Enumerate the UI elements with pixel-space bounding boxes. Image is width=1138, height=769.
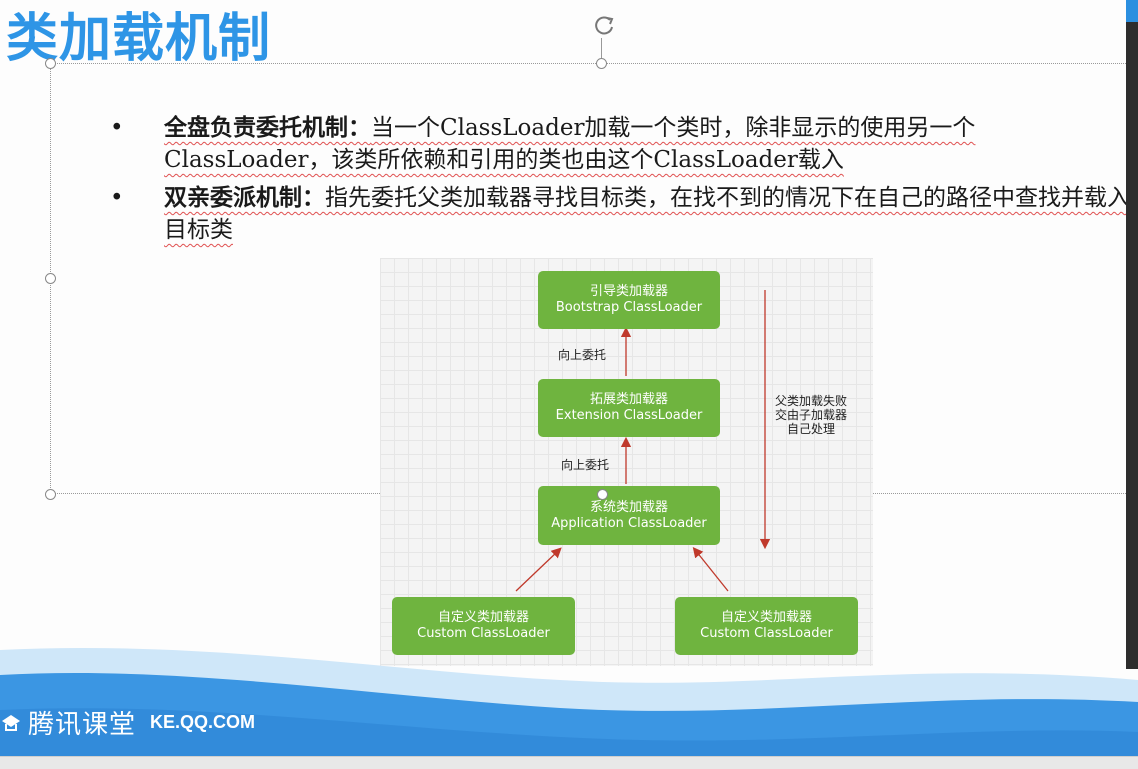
side-panel-header[interactable] (1126, 0, 1138, 22)
brand-name: 腾讯课堂 (28, 710, 137, 740)
bullet-term: 全盘负责委托机制： (164, 115, 371, 141)
bullet-marker: • (110, 185, 124, 211)
resize-handle-bottom-center[interactable] (597, 489, 608, 500)
resize-handle-bottom-left[interactable] (45, 489, 56, 500)
node-bootstrap-en: Bootstrap ClassLoader (555, 300, 703, 315)
bullet-item-full-delegation: • 全盘负责委托机制：当一个ClassLoader加载一个类时，除非显示的使用另… (110, 112, 1138, 176)
node-application-cn: 系统类加载器 (589, 499, 668, 515)
fallback-line-3: 自己处理 (786, 422, 835, 436)
node-bootstrap-cn: 引导类加载器 (589, 284, 668, 299)
node-extension-cn: 拓展类加载器 (589, 392, 668, 407)
brand-url: KE.QQ.COM (150, 712, 256, 732)
status-bar (0, 756, 1138, 769)
bullet-marker: • (110, 115, 124, 141)
arrow-custom-left-to-app (515, 547, 562, 592)
delegate-label-lower: 向上委托 (561, 458, 610, 472)
graduation-cap-icon (2, 714, 20, 731)
node-application: 系统类加载器 Application ClassLoader (538, 486, 720, 545)
resize-handle-top-left[interactable] (45, 58, 56, 69)
rotate-icon[interactable] (590, 12, 618, 40)
node-extension-en: Extension ClassLoader (555, 408, 703, 423)
node-custom-left-cn: 自定义类加载器 (437, 610, 529, 625)
fallback-line-2: 交由子加载器 (774, 408, 847, 422)
node-extension: 拓展类加载器 Extension ClassLoader (538, 379, 720, 437)
footer-brand: 腾讯课堂 KE.QQ.COM (0, 704, 255, 741)
node-bootstrap: 引导类加载器 Bootstrap ClassLoader (538, 271, 720, 329)
bullet-term: 双亲委派机制： (164, 185, 325, 211)
node-application-en: Application ClassLoader (551, 515, 707, 531)
classloader-diagram[interactable]: 引导类加载器 Bootstrap ClassLoader 向上委托 拓展类加载器… (380, 258, 873, 666)
fallback-label: 父类加载失败 交由子加载器 自己处理 (770, 394, 852, 436)
resize-handle-left[interactable] (45, 273, 56, 284)
node-custom-right-cn: 自定义类加载器 (720, 610, 812, 625)
bullet-list[interactable]: • 全盘负责委托机制：当一个ClassLoader加载一个类时，除非显示的使用另… (110, 112, 1138, 252)
bullet-item-parent-delegation: • 双亲委派机制：指先委托父类加载器寻找目标类，在找不到的情况下在自己的路径中查… (110, 182, 1138, 246)
resize-handle-top[interactable] (596, 58, 607, 69)
arrow-custom-right-to-app (692, 546, 729, 592)
delegate-label-upper: 向上委托 (558, 348, 607, 362)
side-panel[interactable] (1126, 0, 1138, 669)
fallback-line-1: 父类加载失败 (774, 394, 847, 408)
